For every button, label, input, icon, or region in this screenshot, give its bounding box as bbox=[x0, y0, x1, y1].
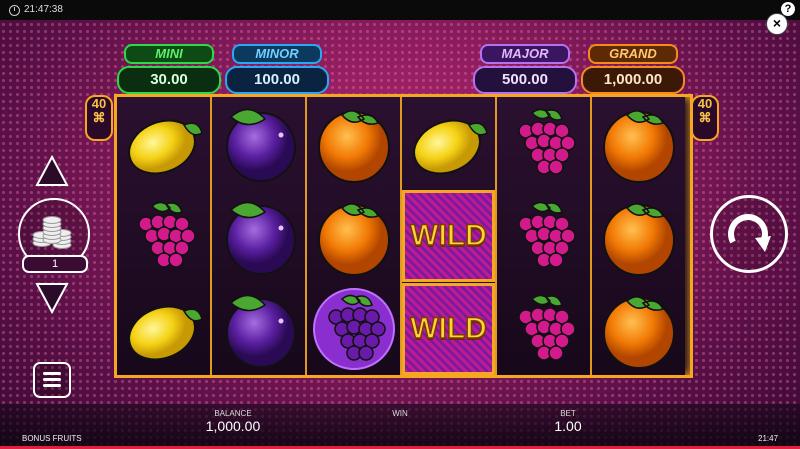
orange-symbol-icon bbox=[602, 110, 675, 183]
bottom-time: 21:47 bbox=[758, 434, 779, 443]
lemon-symbol-icon bbox=[127, 119, 203, 175]
spin-button[interactable] bbox=[710, 195, 788, 273]
reel-cell bbox=[117, 190, 210, 282]
bet-level: 1 bbox=[22, 255, 88, 273]
jackpot-grand-value: 1,000.00 bbox=[581, 66, 685, 94]
jackpot-major-label: MAJOR bbox=[480, 44, 570, 64]
status-time: 21:47:38 bbox=[24, 4, 63, 15]
jackpot-mini: MINI 30.00 bbox=[117, 44, 221, 94]
grapes-symbol-icon bbox=[517, 108, 576, 175]
plum-symbol-icon bbox=[225, 201, 296, 275]
jackpot-grand: GRAND 1,000.00 bbox=[581, 44, 685, 94]
grapes-symbol-icon bbox=[517, 294, 576, 361]
balance-label: BALANCE bbox=[214, 409, 252, 418]
reel-2 bbox=[212, 97, 308, 375]
jackpot-minor-label: MINOR bbox=[232, 44, 322, 64]
reel-cell bbox=[212, 190, 305, 282]
jackpot-major: MAJOR 500.00 bbox=[473, 44, 577, 94]
reel-4: WILD WILD bbox=[402, 97, 498, 375]
jackpot-mini-value: 30.00 bbox=[117, 66, 221, 94]
spin-arrow-icon bbox=[728, 214, 771, 252]
grapes-symbol-icon bbox=[517, 201, 576, 268]
clock-icon bbox=[9, 5, 20, 16]
jackpot-major-value: 500.00 bbox=[473, 66, 577, 94]
win-label: WIN bbox=[392, 409, 408, 418]
grapes-symbol-icon bbox=[137, 201, 196, 268]
reel-6 bbox=[592, 97, 685, 375]
reel-5 bbox=[497, 97, 593, 375]
reel-3 bbox=[307, 97, 403, 375]
orange-symbol-icon bbox=[317, 110, 390, 183]
bet-increase-button[interactable] bbox=[35, 155, 69, 187]
ways-right-number: 40 bbox=[697, 96, 713, 111]
reel-cell bbox=[212, 283, 305, 375]
orange-symbol-icon bbox=[602, 296, 675, 369]
bet-value: 1.00 bbox=[554, 418, 582, 434]
orange-symbol-icon bbox=[317, 203, 390, 276]
jackpot-minor: MINOR 100.00 bbox=[225, 44, 329, 94]
reel-cell bbox=[117, 97, 210, 189]
bet-decrease-button[interactable] bbox=[35, 282, 69, 314]
reel-cell bbox=[117, 283, 210, 375]
reel-cell bbox=[307, 283, 400, 375]
menu-button[interactable] bbox=[33, 362, 71, 398]
ways-icon: ⌘ bbox=[698, 110, 712, 125]
jackpot-mini-label: MINI bbox=[124, 44, 214, 64]
plum-symbol-icon bbox=[225, 294, 296, 368]
status-bar: 21:47:38 ? bbox=[0, 0, 800, 20]
close-button[interactable]: × bbox=[766, 13, 788, 35]
reel-cell: WILD bbox=[402, 283, 495, 375]
reel-cell bbox=[212, 97, 305, 189]
jackpot-grand-label: GRAND bbox=[588, 44, 678, 64]
reel-cell bbox=[592, 190, 685, 282]
lemon-symbol-icon bbox=[127, 305, 203, 361]
wild-label: WILD bbox=[409, 311, 487, 346]
reel-cell bbox=[497, 283, 590, 375]
reel-cell bbox=[307, 97, 400, 189]
wild-label: WILD bbox=[409, 218, 487, 253]
orange-symbol-icon bbox=[602, 203, 675, 276]
reel-cell bbox=[307, 190, 400, 282]
bet-label: BET bbox=[560, 409, 576, 418]
grapes-bonus-symbol-icon bbox=[312, 288, 395, 370]
ways-indicator-right: 40 ⌘ bbox=[691, 95, 719, 141]
reel-cell bbox=[497, 190, 590, 282]
ways-icon: ⌘ bbox=[92, 110, 106, 125]
game-name: BONUS FRUITS bbox=[22, 434, 82, 443]
reel-cell bbox=[592, 283, 685, 375]
triangle-down-icon bbox=[35, 283, 69, 314]
lemon-symbol-icon bbox=[412, 119, 488, 175]
ways-left-number: 40 bbox=[91, 96, 107, 111]
plum-symbol-icon bbox=[225, 108, 296, 182]
jackpot-minor-value: 100.00 bbox=[225, 66, 329, 94]
reel-1 bbox=[117, 97, 213, 375]
triangle-up-icon bbox=[35, 155, 69, 186]
reel-cell bbox=[402, 97, 495, 189]
reel-grid: WILD WILD bbox=[114, 94, 693, 378]
balance-value: 1,000.00 bbox=[205, 418, 261, 434]
reel-cell bbox=[592, 97, 685, 189]
reel-cell bbox=[497, 97, 590, 189]
reel-cell: WILD bbox=[402, 190, 495, 282]
ways-indicator-left: 40 ⌘ bbox=[85, 95, 113, 141]
